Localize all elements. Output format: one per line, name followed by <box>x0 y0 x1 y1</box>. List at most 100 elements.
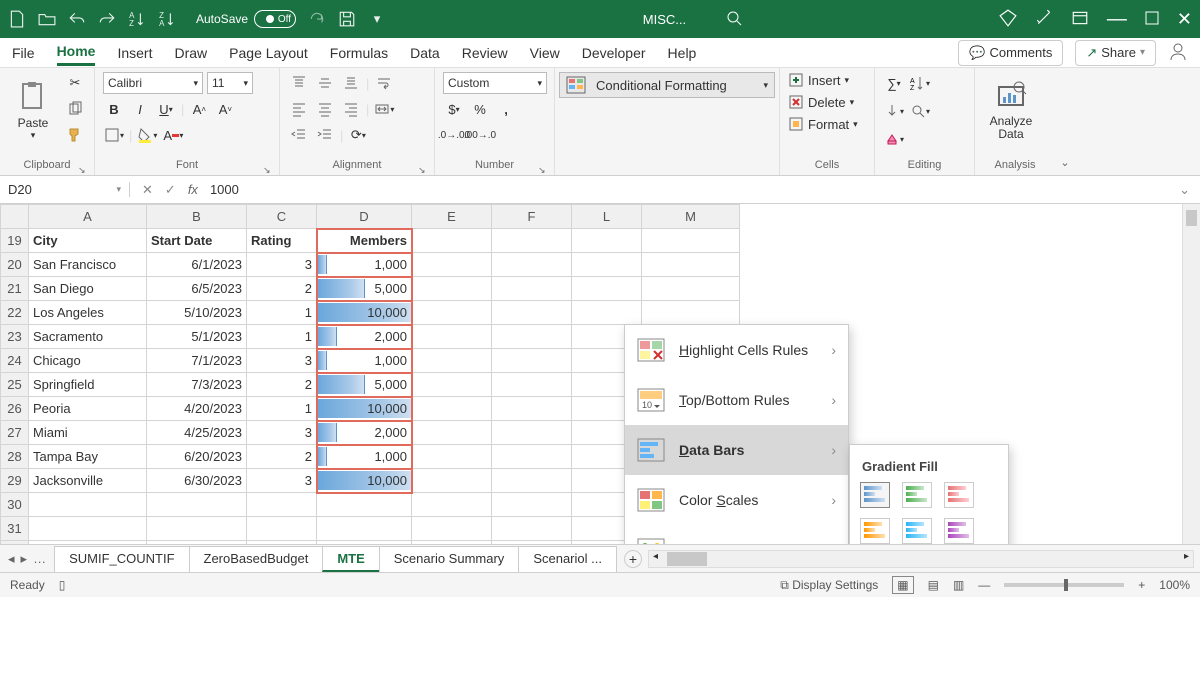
cf-icon-sets[interactable]: Icon Sets› <box>625 525 848 544</box>
redo-icon[interactable] <box>98 10 116 28</box>
cell-A24[interactable]: Chicago <box>29 349 147 373</box>
cell-C24[interactable]: 3 <box>247 349 317 373</box>
bold-button[interactable]: B <box>103 98 125 120</box>
col-header-E[interactable]: E <box>412 205 492 229</box>
gradient-lightblue[interactable] <box>902 518 932 544</box>
cell-C23[interactable]: 1 <box>247 325 317 349</box>
cell-A27[interactable]: Miami <box>29 421 147 445</box>
user-icon[interactable] <box>1168 41 1188 64</box>
zoom-out-icon[interactable]: — <box>978 578 990 592</box>
cell-D21[interactable]: 5,000 <box>317 277 412 301</box>
row-header-29[interactable]: 29 <box>1 469 29 493</box>
search-icon[interactable] <box>726 10 742 29</box>
cell-D23[interactable]: 2,000 <box>317 325 412 349</box>
sheet-tab-zerobasedbudget[interactable]: ZeroBasedBudget <box>189 546 324 572</box>
cell-A25[interactable]: Springfield <box>29 373 147 397</box>
cell-E25[interactable] <box>412 373 492 397</box>
cell-F30[interactable] <box>492 493 572 517</box>
sheet-tab-mte[interactable]: MTE <box>322 546 379 572</box>
tab-formulas[interactable]: Formulas <box>330 41 388 65</box>
fx-icon[interactable]: fx <box>188 182 198 197</box>
wand-icon[interactable] <box>1035 9 1053 30</box>
sheet-tab-sumif_countif[interactable]: SUMIF_COUNTIF <box>54 546 189 572</box>
cell-D25[interactable]: 5,000 <box>317 373 412 397</box>
font-size-combo[interactable]: 11▾ <box>207 72 253 94</box>
cell-B21[interactable]: 6/5/2023 <box>147 277 247 301</box>
cell-D27[interactable]: 2,000 <box>317 421 412 445</box>
cell-B31[interactable] <box>147 517 247 541</box>
cell-F32[interactable] <box>492 541 572 545</box>
accounting-format-icon[interactable]: $▾ <box>443 98 465 120</box>
cell-M20[interactable] <box>642 253 740 277</box>
cell-L21[interactable] <box>572 277 642 301</box>
cell-F27[interactable] <box>492 421 572 445</box>
insert-cells-button[interactable]: Insert▾ <box>788 72 849 88</box>
analyze-data-button[interactable]: Analyze Data <box>983 72 1039 144</box>
tab-view[interactable]: View <box>530 41 560 65</box>
cell-C29[interactable]: 3 <box>247 469 317 493</box>
cell-B25[interactable]: 7/3/2023 <box>147 373 247 397</box>
wrap-text-icon[interactable] <box>373 72 395 94</box>
cell-E21[interactable] <box>412 277 492 301</box>
cell-E24[interactable] <box>412 349 492 373</box>
paste-button[interactable]: Paste ▾ <box>8 72 58 144</box>
cell-F29[interactable] <box>492 469 572 493</box>
cell-F20[interactable] <box>492 253 572 277</box>
cell-F23[interactable] <box>492 325 572 349</box>
gradient-blue[interactable] <box>860 482 890 508</box>
vertical-scrollbar[interactable] <box>1182 204 1200 544</box>
cell-E28[interactable] <box>412 445 492 469</box>
cell-A31[interactable] <box>29 517 147 541</box>
row-header-24[interactable]: 24 <box>1 349 29 373</box>
cell-D24[interactable]: 1,000 <box>317 349 412 373</box>
expand-formula-icon[interactable]: ⌄ <box>1179 182 1190 198</box>
tab-prev-icon[interactable]: ▸ <box>21 551 28 567</box>
cell-B27[interactable]: 4/25/2023 <box>147 421 247 445</box>
format-cells-button[interactable]: Format▾ <box>788 116 858 132</box>
border-button[interactable]: ▾ <box>103 124 125 146</box>
cancel-formula-icon[interactable]: ✕ <box>142 182 153 198</box>
save-icon[interactable] <box>338 10 356 28</box>
clear-icon[interactable]: ▾ <box>883 128 905 150</box>
new-file-icon[interactable] <box>8 10 26 28</box>
row-header-32[interactable]: 32 <box>1 541 29 545</box>
zoom-in-icon[interactable]: + <box>1138 578 1145 592</box>
cell-L19[interactable] <box>572 229 642 253</box>
tab-ellipsis-icon[interactable]: … <box>33 551 46 567</box>
cell-M21[interactable] <box>642 277 740 301</box>
view-pagelayout-icon[interactable]: ▤ <box>928 578 939 592</box>
row-header-25[interactable]: 25 <box>1 373 29 397</box>
row-header-20[interactable]: 20 <box>1 253 29 277</box>
autosum-icon[interactable]: ∑▾ <box>883 72 905 94</box>
align-left-icon[interactable] <box>288 98 310 120</box>
cell-M19[interactable] <box>642 229 740 253</box>
cell-L22[interactable] <box>572 301 642 325</box>
macro-record-icon[interactable]: ▯ <box>59 578 66 592</box>
format-painter-icon[interactable] <box>64 124 86 146</box>
decrease-font-icon[interactable]: A˅ <box>214 98 236 120</box>
sort-asc-icon[interactable]: AZ <box>128 10 146 28</box>
col-header-C[interactable]: C <box>247 205 317 229</box>
merge-center-icon[interactable]: ▾ <box>373 98 395 120</box>
name-box[interactable]: D20▾ <box>0 182 130 197</box>
cell-F28[interactable] <box>492 445 572 469</box>
align-center-icon[interactable] <box>314 98 336 120</box>
cell-E20[interactable] <box>412 253 492 277</box>
increase-decimal-icon[interactable]: .0→.00 <box>443 124 465 146</box>
new-sheet-button[interactable]: + <box>624 550 642 568</box>
cell-C20[interactable]: 3 <box>247 253 317 277</box>
cell-F19[interactable] <box>492 229 572 253</box>
delete-cells-button[interactable]: Delete▾ <box>788 94 854 110</box>
cell-B32[interactable] <box>147 541 247 545</box>
tab-draw[interactable]: Draw <box>174 41 207 65</box>
view-pagebreak-icon[interactable]: ▥ <box>953 578 964 592</box>
row-header-31[interactable]: 31 <box>1 517 29 541</box>
align-right-icon[interactable] <box>340 98 362 120</box>
cell-F22[interactable] <box>492 301 572 325</box>
row-header-22[interactable]: 22 <box>1 301 29 325</box>
increase-font-icon[interactable]: A˄ <box>188 98 210 120</box>
cell-E31[interactable] <box>412 517 492 541</box>
gradient-green[interactable] <box>902 482 932 508</box>
cell-E32[interactable] <box>412 541 492 545</box>
cell-B29[interactable]: 6/30/2023 <box>147 469 247 493</box>
